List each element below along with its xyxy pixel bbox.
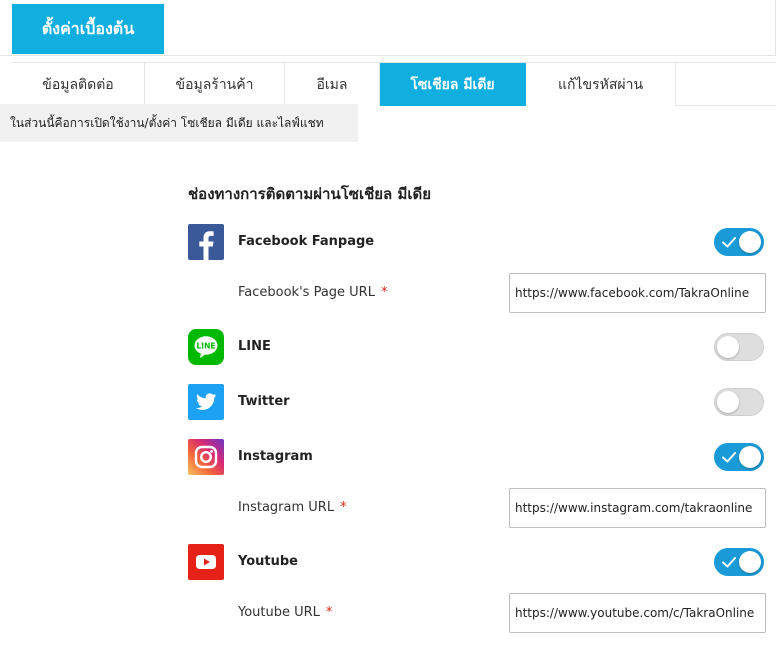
- twitter-toggle[interactable]: [714, 388, 764, 416]
- facebook-url-input[interactable]: [509, 273, 766, 313]
- tab-store-info[interactable]: ข้อมูลร้านค้า: [145, 63, 285, 106]
- page-title: ตั้งค่าเบื้องต้น: [41, 18, 135, 38]
- toggle-knob: [739, 231, 761, 253]
- twitter-icon: [188, 384, 224, 420]
- required-mark: *: [325, 605, 333, 620]
- social-row-youtube: Youtube: [188, 544, 776, 580]
- facebook-icon: [188, 224, 224, 260]
- line-icon: LINE: [188, 329, 224, 365]
- tab-change-password[interactable]: แก้ไขรหัสผ่าน: [526, 63, 676, 106]
- svg-text:LINE: LINE: [197, 342, 216, 351]
- instagram-url-label: Instagram URL *: [238, 500, 347, 515]
- section-title: ช่องทางการติดตามผ่านโซเชียล มีเดีย: [188, 185, 432, 203]
- facebook-name: Facebook Fanpage: [238, 234, 375, 249]
- facebook-url-label: Facebook's Page URL *: [238, 285, 388, 300]
- tab-contact-info[interactable]: ข้อมูลติดต่อ: [12, 63, 145, 106]
- required-mark: *: [340, 500, 347, 515]
- toggle-knob: [739, 551, 761, 573]
- youtube-toggle[interactable]: [714, 548, 764, 576]
- check-icon: [722, 452, 736, 463]
- required-mark: *: [380, 285, 388, 300]
- instagram-name: Instagram: [238, 449, 313, 464]
- page-header: ตั้งค่าเบื้องต้น: [12, 4, 164, 54]
- instagram-toggle[interactable]: [714, 443, 764, 471]
- tab-social-media[interactable]: โซเชียล มีเดีย: [380, 63, 526, 106]
- youtube-url-input[interactable]: [509, 593, 766, 633]
- social-row-facebook: Facebook Fanpage: [188, 224, 776, 260]
- youtube-icon: [188, 544, 224, 580]
- toggle-knob: [739, 446, 761, 468]
- instagram-icon: [188, 439, 224, 475]
- youtube-name: Youtube: [238, 554, 298, 569]
- line-name: LINE: [238, 339, 271, 354]
- social-row-line: LINE LINE: [188, 329, 776, 365]
- line-toggle[interactable]: [714, 333, 764, 361]
- instagram-url-input[interactable]: [509, 488, 766, 528]
- toggle-knob: [717, 391, 739, 413]
- youtube-url-row: Youtube URL *: [188, 593, 776, 633]
- social-row-twitter: Twitter: [188, 384, 776, 420]
- facebook-toggle[interactable]: [714, 228, 764, 256]
- info-note: ในส่วนนี้คือการเปิดใช้งาน/ตั้งค่า โซเชีย…: [0, 104, 358, 142]
- twitter-name: Twitter: [238, 394, 290, 409]
- youtube-url-label: Youtube URL *: [238, 605, 333, 620]
- check-icon: [722, 237, 736, 248]
- check-icon: [722, 557, 736, 568]
- toggle-knob: [717, 336, 739, 358]
- social-row-instagram: Instagram: [188, 439, 776, 475]
- instagram-url-row: Instagram URL *: [188, 488, 776, 528]
- tab-email[interactable]: อีเมล: [285, 63, 380, 106]
- tabs-filler: [676, 62, 776, 106]
- facebook-url-row: Facebook's Page URL *: [188, 273, 776, 313]
- settings-tabs: ข้อมูลติดต่อ ข้อมูลร้านค้า อีเมล โซเชียล…: [12, 62, 676, 106]
